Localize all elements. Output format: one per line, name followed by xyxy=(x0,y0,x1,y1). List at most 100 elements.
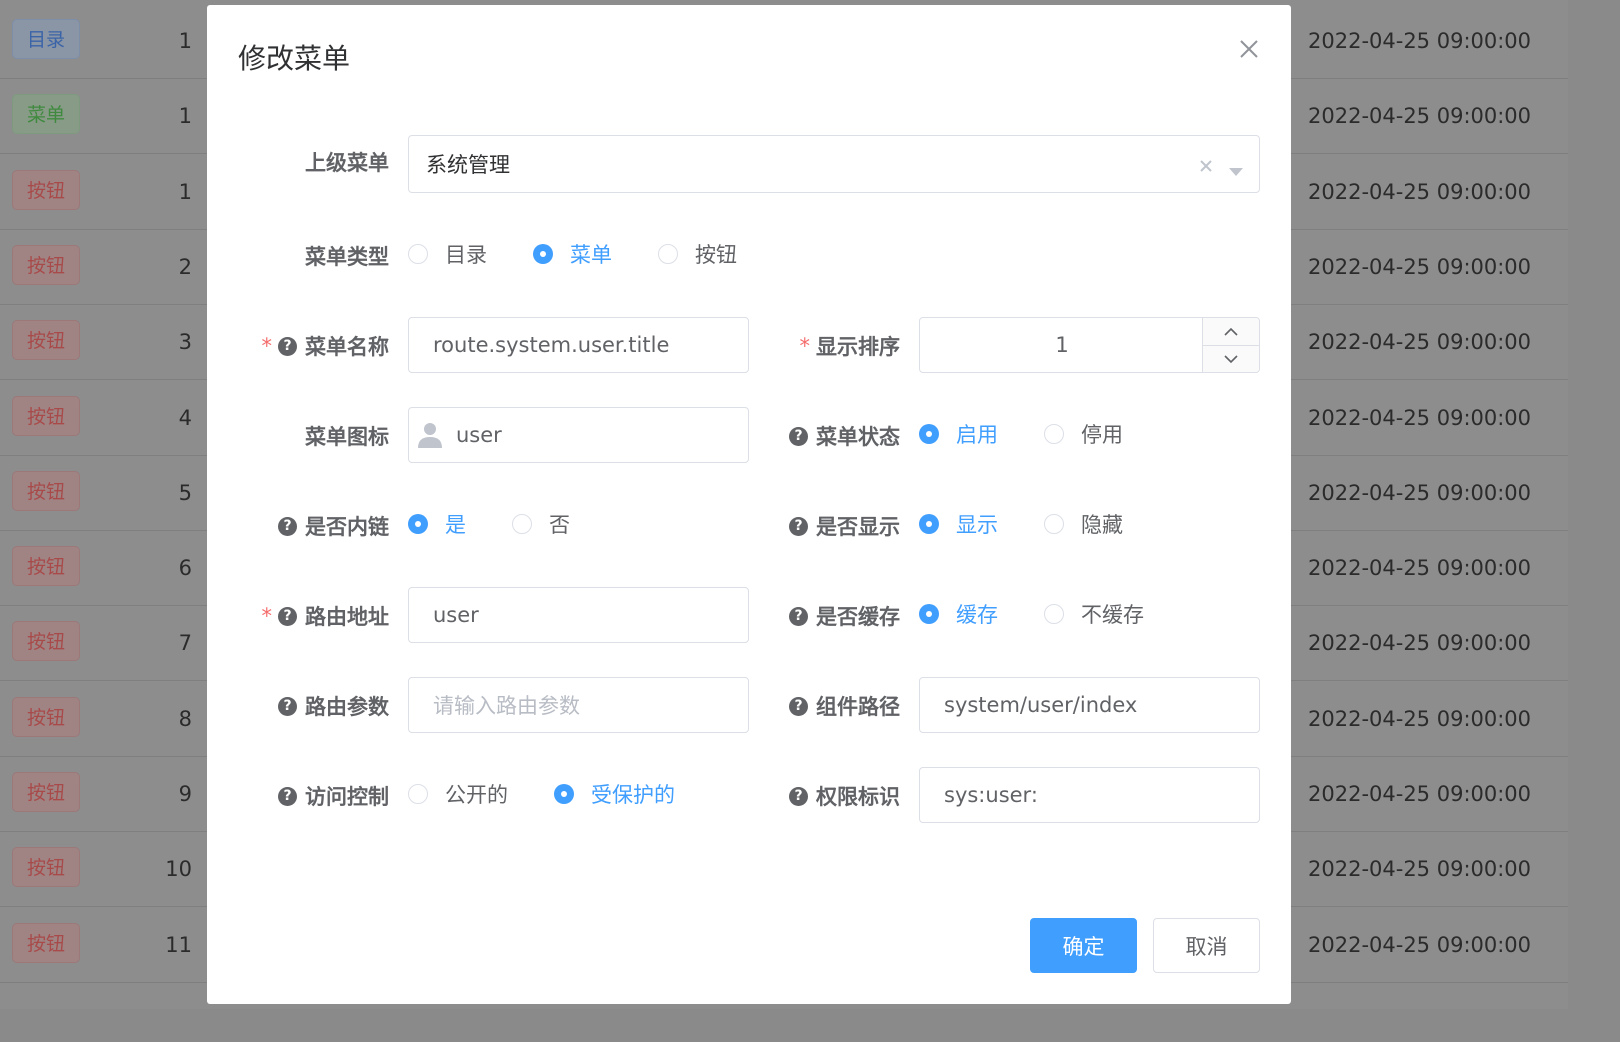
menu-icon-label: 菜单图标 xyxy=(305,425,389,449)
radio-label: 公开的 xyxy=(445,783,508,807)
help-icon[interactable]: ? xyxy=(789,516,808,536)
type-tag: 按钮 xyxy=(12,621,80,662)
decrease-icon[interactable] xyxy=(1203,346,1259,372)
radio-is-visible-1[interactable]: 隐藏 xyxy=(1044,509,1123,539)
type-tag: 按钮 xyxy=(12,922,80,963)
help-icon[interactable]: ? xyxy=(789,696,808,716)
cancel-button[interactable]: 取消 xyxy=(1153,918,1260,973)
increase-icon[interactable] xyxy=(1203,318,1259,346)
radio-circle[interactable] xyxy=(512,514,532,534)
created-time-cell: 2022-04-25 09:00:00 xyxy=(1308,631,1532,656)
menu-icon-input[interactable]: user xyxy=(408,407,749,463)
user-icon xyxy=(417,421,443,449)
radio-circle[interactable] xyxy=(554,784,574,804)
access-control-radio-group: 公开的 受保护的 xyxy=(408,779,721,809)
created-time-cell: 2022-04-25 09:00:00 xyxy=(1308,706,1532,731)
radio-label: 按钮 xyxy=(695,243,737,267)
parent-menu-select[interactable]: 系统管理 xyxy=(408,135,1260,193)
radio-circle[interactable] xyxy=(1044,424,1064,444)
menu-type-radio-group: 目录 菜单 按钮 xyxy=(408,239,783,269)
radio-is-visible-0[interactable]: 显示 xyxy=(919,509,998,539)
radio-menu-type-1[interactable]: 菜单 xyxy=(533,239,612,269)
clear-icon[interactable] xyxy=(1199,154,1213,178)
parent-menu-value: 系统管理 xyxy=(426,153,510,177)
type-tag: 按钮 xyxy=(12,320,80,361)
radio-menu-status-1[interactable]: 停用 xyxy=(1044,419,1123,449)
created-time-cell: 2022-04-25 09:00:00 xyxy=(1308,179,1532,204)
close-icon[interactable] xyxy=(1237,37,1261,61)
radio-circle[interactable] xyxy=(533,244,553,264)
order-cell: 7 xyxy=(178,631,192,656)
radio-is-cache-1[interactable]: 不缓存 xyxy=(1044,599,1144,629)
caret-down-icon[interactable] xyxy=(1229,158,1243,182)
order-cell: 5 xyxy=(178,480,192,505)
component-path-label: ? 组件路径 xyxy=(767,691,900,721)
radio-circle[interactable] xyxy=(408,514,428,534)
help-icon[interactable]: ? xyxy=(789,426,808,446)
parent-menu-label: 上级菜单 xyxy=(305,151,389,175)
radio-is-iframe-0[interactable]: 是 xyxy=(408,509,466,539)
menu-status-label: ? 菜单状态 xyxy=(767,421,900,451)
route-params-label: ? 路由参数 xyxy=(247,691,389,721)
route-path-input[interactable]: user xyxy=(408,587,749,643)
route-params-input[interactable]: 请输入路由参数 xyxy=(408,677,749,733)
is-cache-label: ? 是否缓存 xyxy=(767,601,900,631)
radio-label: 停用 xyxy=(1081,423,1123,447)
created-time-cell: 2022-04-25 09:00:00 xyxy=(1308,932,1532,957)
radio-access-control-0[interactable]: 公开的 xyxy=(408,779,508,809)
component-path-input[interactable]: system/user/index xyxy=(919,677,1260,733)
created-time-cell: 2022-04-25 09:00:00 xyxy=(1308,29,1532,53)
radio-menu-type-0[interactable]: 目录 xyxy=(408,239,487,269)
radio-access-control-1[interactable]: 受保护的 xyxy=(554,779,675,809)
permission-input[interactable]: sys:user: xyxy=(919,767,1260,823)
menu-status-radio-group: 启用 停用 xyxy=(919,419,1169,449)
help-icon[interactable]: ? xyxy=(789,606,808,626)
help-icon[interactable]: ? xyxy=(789,786,808,806)
created-time-cell: 2022-04-25 09:00:00 xyxy=(1308,782,1532,806)
help-icon[interactable]: ? xyxy=(278,606,297,626)
order-cell: 1 xyxy=(178,179,192,204)
order-cell: 8 xyxy=(178,706,192,731)
type-tag: 按钮 xyxy=(12,470,80,511)
help-icon[interactable]: ? xyxy=(278,336,297,356)
radio-label: 启用 xyxy=(956,423,998,447)
radio-label: 否 xyxy=(549,513,570,537)
help-icon[interactable]: ? xyxy=(278,786,297,806)
access-control-label: ? 访问控制 xyxy=(247,781,389,811)
radio-is-iframe-1[interactable]: 否 xyxy=(512,509,570,539)
help-icon[interactable]: ? xyxy=(278,696,297,716)
help-icon[interactable]: ? xyxy=(278,516,297,536)
radio-label: 显示 xyxy=(956,513,998,537)
type-tag: 按钮 xyxy=(12,169,80,210)
radio-label: 目录 xyxy=(445,243,487,267)
menu-name-input[interactable]: route.system.user.title xyxy=(408,317,749,373)
type-tag: 按钮 xyxy=(12,772,80,812)
order-cell: 3 xyxy=(178,330,192,355)
created-time-cell: 2022-04-25 09:00:00 xyxy=(1308,857,1532,882)
type-tag: 目录 xyxy=(12,19,80,59)
radio-label: 隐藏 xyxy=(1081,513,1123,537)
radio-circle[interactable] xyxy=(408,784,428,804)
radio-menu-type-2[interactable]: 按钮 xyxy=(658,239,737,269)
route-path-value: user xyxy=(433,603,479,627)
order-cell: 1 xyxy=(178,29,192,53)
radio-circle[interactable] xyxy=(658,244,678,264)
radio-circle[interactable] xyxy=(408,244,428,264)
permission-value: sys:user: xyxy=(944,783,1038,807)
created-time-cell: 2022-04-25 09:00:00 xyxy=(1308,330,1532,355)
created-time-cell: 2022-04-25 09:00:00 xyxy=(1308,556,1532,581)
order-cell: 4 xyxy=(178,405,192,430)
radio-is-cache-0[interactable]: 缓存 xyxy=(919,599,998,629)
radio-menu-status-0[interactable]: 启用 xyxy=(919,419,998,449)
menu-name-label: *? 菜单名称 xyxy=(261,334,390,359)
route-path-label: *? 路由地址 xyxy=(261,604,390,629)
radio-circle[interactable] xyxy=(919,424,939,444)
display-order-stepper[interactable]: 1 xyxy=(919,317,1260,373)
radio-circle[interactable] xyxy=(919,604,939,624)
display-order-label: * 显示排序 xyxy=(799,334,901,359)
radio-circle[interactable] xyxy=(1044,604,1064,624)
confirm-button[interactable]: 确定 xyxy=(1030,918,1137,973)
radio-circle[interactable] xyxy=(1044,514,1064,534)
radio-circle[interactable] xyxy=(919,514,939,534)
menu-type-label: 菜单类型 xyxy=(305,245,389,269)
